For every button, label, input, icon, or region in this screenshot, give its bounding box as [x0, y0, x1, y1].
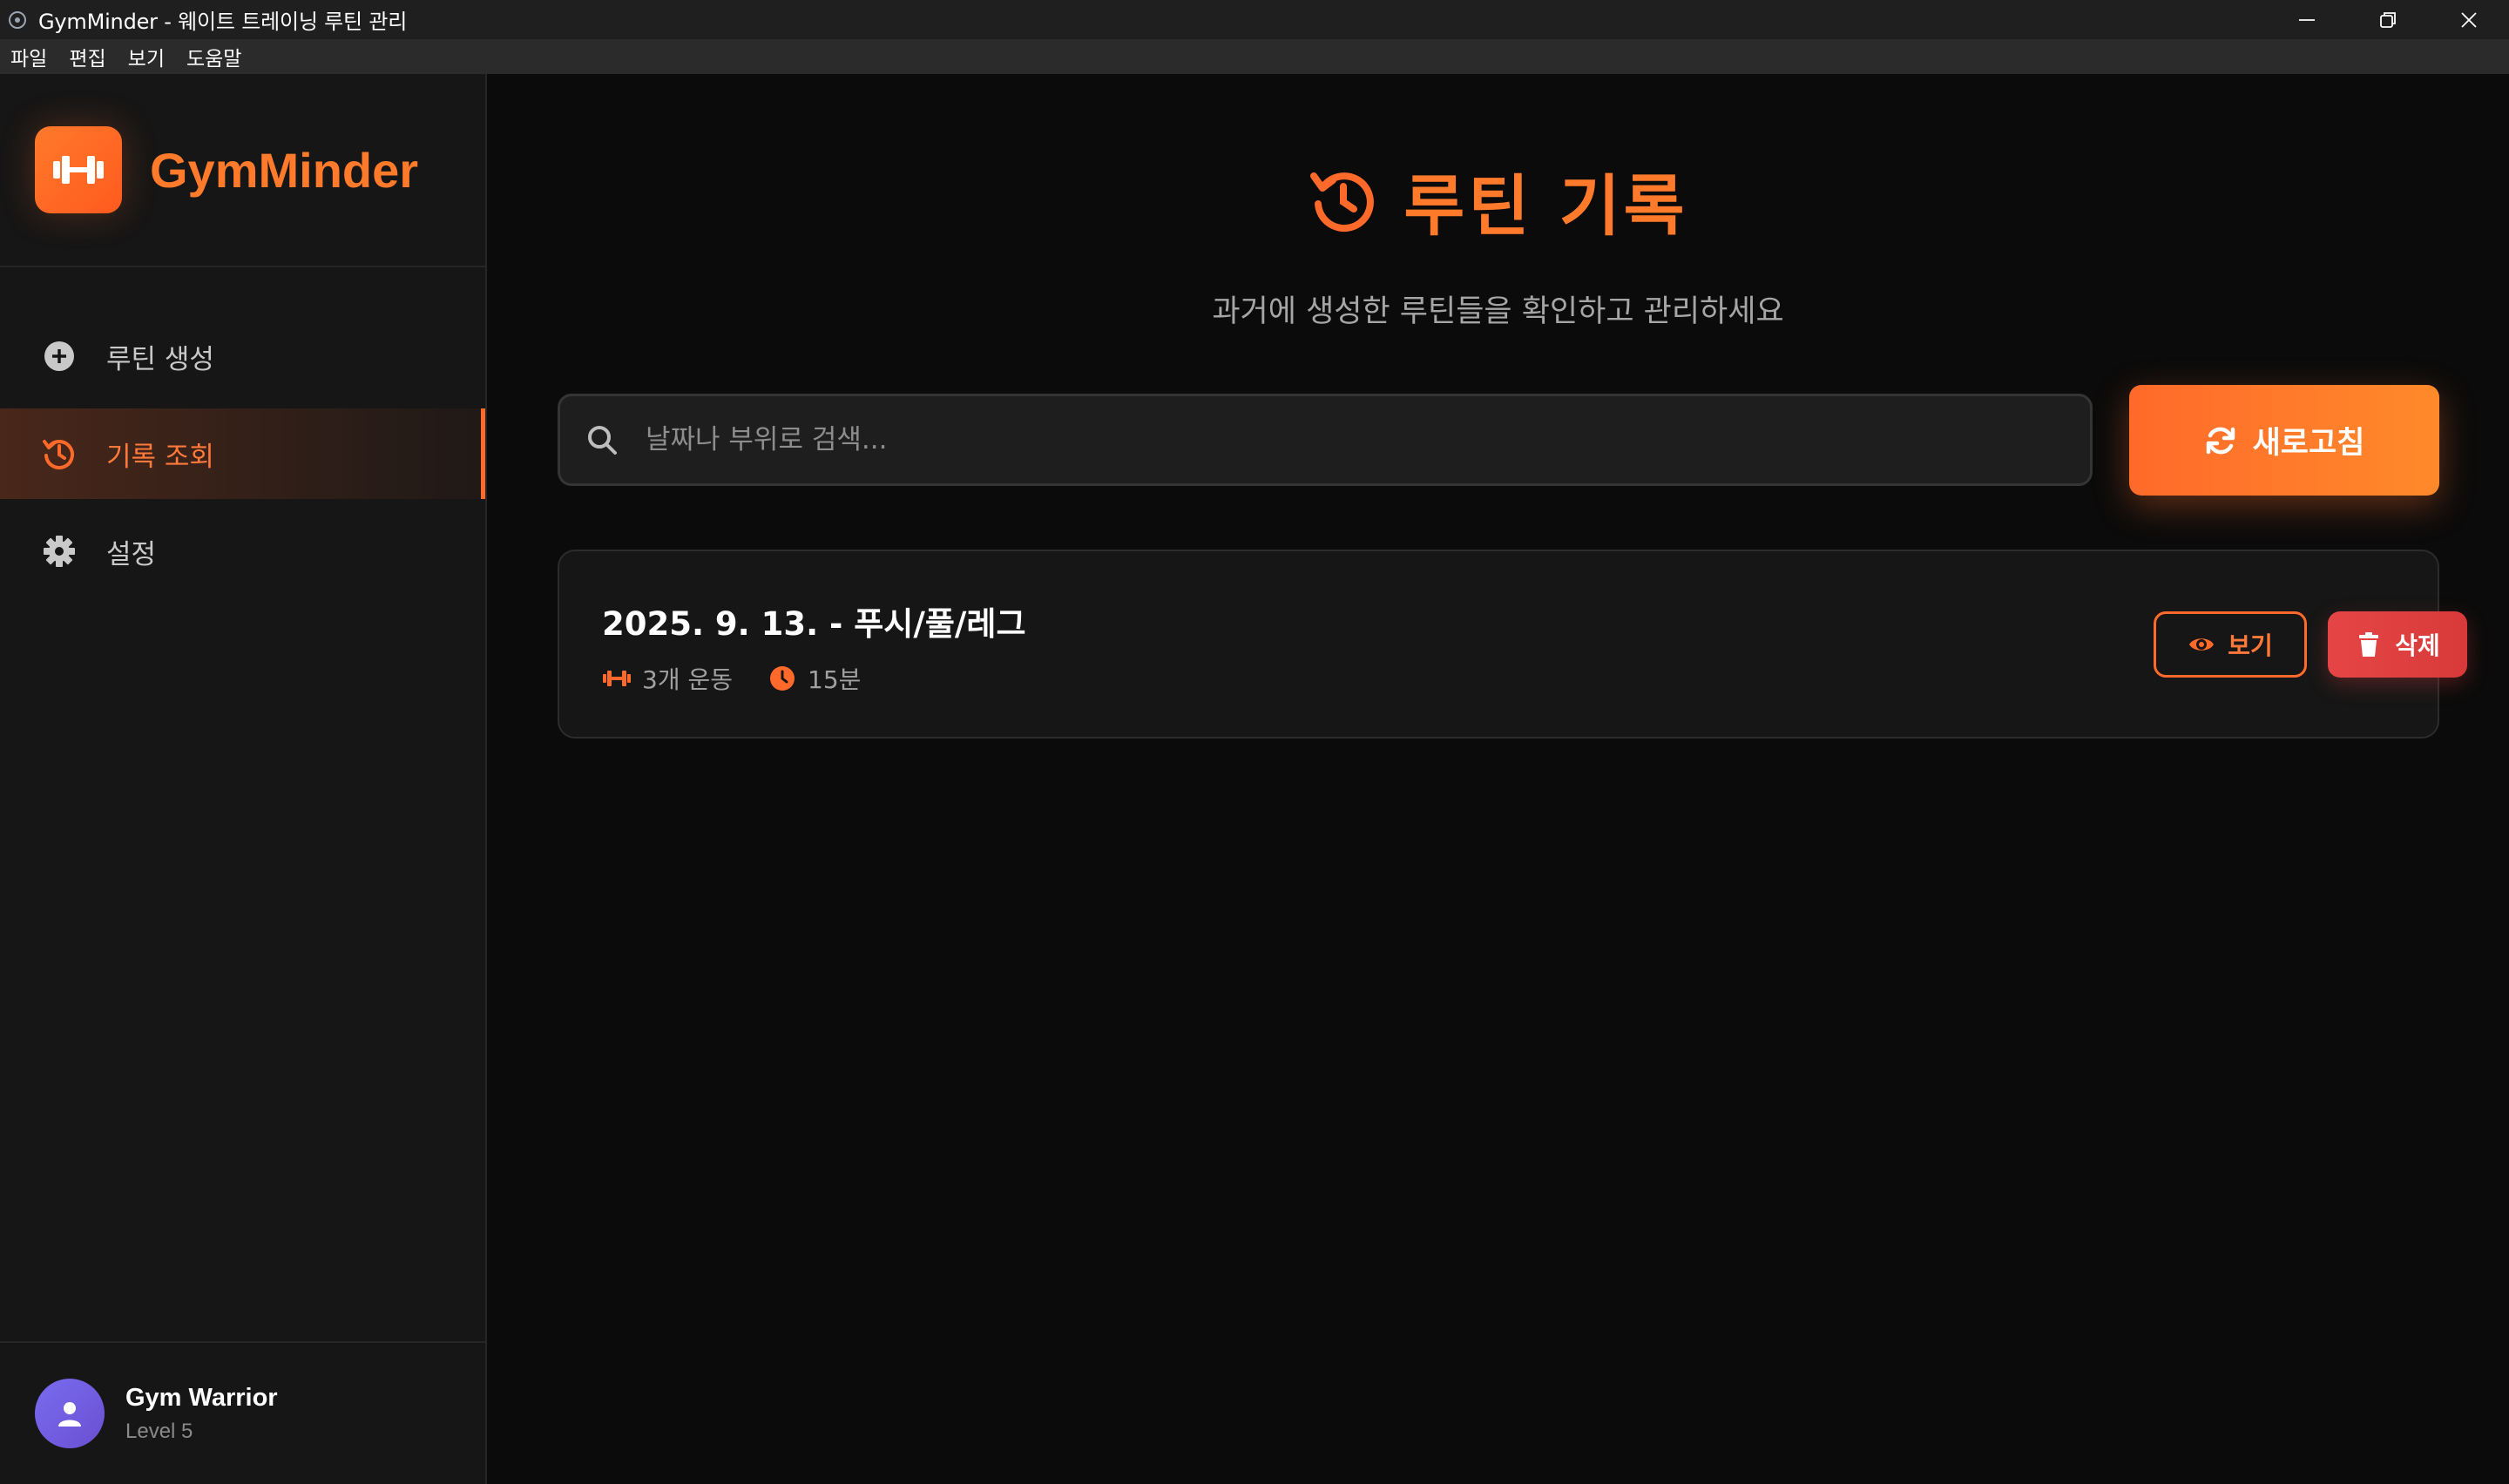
menu-edit[interactable]: 편집 [69, 42, 105, 71]
search-input[interactable] [646, 424, 2039, 455]
menu-help[interactable]: 도움말 [186, 42, 241, 71]
window-controls [2266, 0, 2509, 39]
history-icon [42, 436, 77, 471]
clock-icon [768, 664, 797, 693]
search-icon [588, 426, 617, 455]
gear-icon [42, 534, 77, 569]
refresh-icon [2206, 427, 2235, 454]
restore-button[interactable] [2347, 0, 2428, 39]
avatar [35, 1379, 105, 1448]
minimize-button[interactable] [2266, 0, 2347, 39]
record-title: 2025. 9. 13. - 푸시/풀/레그 [602, 605, 1026, 643]
sidebar: GymMinder 루틴 생성 기록 조회 설정 Gym Warrior Lev… [0, 74, 487, 1484]
brand: GymMinder [0, 74, 485, 267]
page-subtitle: 과거에 생성한 루틴들을 확인하고 관리하세요 [1212, 294, 1784, 329]
menu-view[interactable]: 보기 [128, 42, 165, 71]
refresh-button[interactable]: 새로고침 [2129, 385, 2439, 496]
dumbbell-icon [602, 664, 632, 693]
record-meta: 3개 운동 15분 [602, 661, 896, 696]
search-box [558, 394, 2093, 486]
dumbbell-icon [53, 156, 104, 184]
record-exercise-count: 3개 운동 [642, 665, 733, 694]
user-info: Gym Warrior Level 5 [125, 1384, 278, 1444]
menu-file[interactable]: 파일 [10, 42, 47, 71]
sidebar-item-label: 루틴 생성 [106, 343, 214, 375]
app-icon [9, 10, 26, 29]
delete-button[interactable]: 삭제 [2328, 611, 2467, 678]
page-header: 루틴 기록 과거에 생성한 루틴들을 확인하고 관리하세요 [487, 152, 2509, 331]
delete-label: 삭제 [2395, 631, 2440, 660]
sidebar-item-history[interactable]: 기록 조회 [0, 408, 485, 499]
history-icon [1310, 172, 1375, 233]
routine-record-card: 2025. 9. 13. - 푸시/풀/레그 3개 운동 15분 보기 삭제 [558, 550, 2467, 739]
close-button[interactable] [2428, 0, 2509, 39]
window-title: GymMinder - 웨이트 트레이닝 루틴 관리 [38, 10, 408, 34]
trash-icon [2359, 632, 2379, 657]
sidebar-item-settings[interactable]: 설정 [0, 506, 485, 597]
sidebar-item-label: 기록 조회 [106, 441, 214, 473]
page-title-text: 루틴 기록 [1403, 167, 1688, 245]
page-title: 루틴 기록 [1308, 152, 1687, 248]
main-content: 루틴 기록 과거에 생성한 루틴들을 확인하고 관리하세요 새로고침 2025.… [487, 74, 2509, 1484]
app-logo [35, 126, 122, 213]
sidebar-nav: 루틴 생성 기록 조회 설정 [0, 267, 485, 597]
view-label: 보기 [2228, 631, 2273, 660]
user-profile[interactable]: Gym Warrior Level 5 [0, 1341, 485, 1484]
sidebar-item-create-routine[interactable]: 루틴 생성 [0, 311, 485, 401]
refresh-label: 새로고침 [2252, 426, 2365, 461]
minimize-icon [2298, 18, 2315, 21]
user-name: Gym Warrior [125, 1383, 278, 1412]
sidebar-item-label: 설정 [106, 538, 157, 570]
record-duration: 15분 [808, 665, 862, 694]
close-icon [2460, 11, 2477, 28]
eye-icon [2189, 638, 2215, 651]
restore-icon [2379, 11, 2396, 28]
user-level: Level 5 [125, 1419, 193, 1443]
user-icon [58, 1402, 81, 1427]
view-button[interactable]: 보기 [2154, 611, 2307, 678]
plus-circle-icon [42, 339, 77, 374]
title-bar: GymMinder - 웨이트 트레이닝 루틴 관리 [0, 0, 2509, 39]
menu-bar: 파일 편집 보기 도움말 [0, 39, 2509, 74]
brand-name: GymMinder [150, 142, 419, 198]
